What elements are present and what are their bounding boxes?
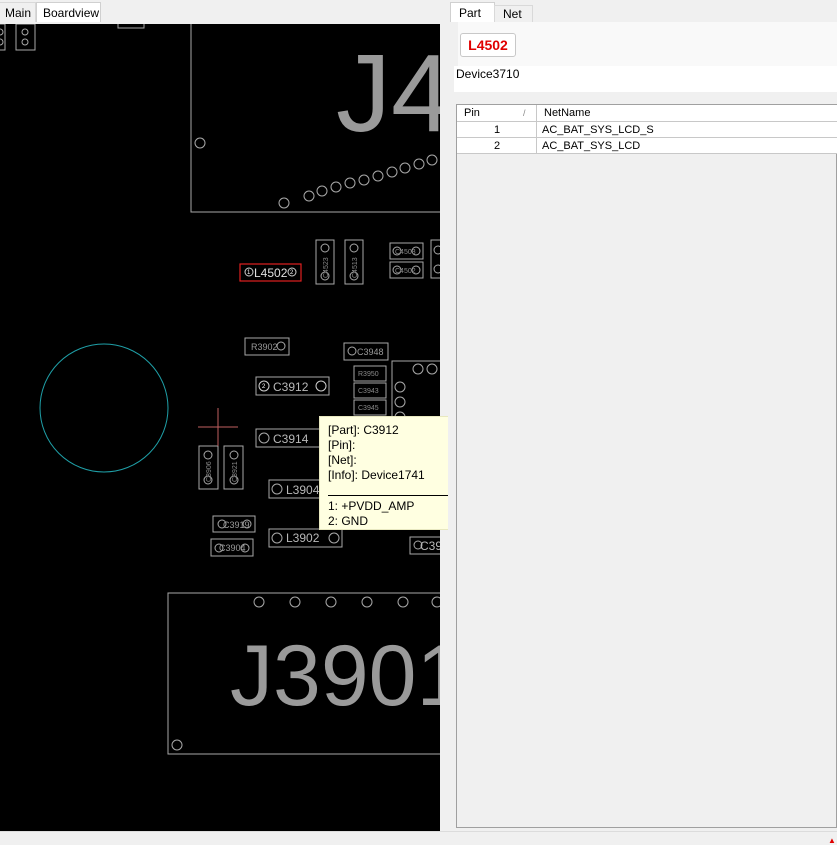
label-c3943: C3943 [358,388,379,395]
cell-net: AC_BAT_SYS_LCD [542,140,641,152]
tab-part[interactable]: Part [450,2,495,22]
label-c4503: C4503 [395,249,416,256]
column-header-pin[interactable]: Pin / [457,105,537,122]
table-row[interactable]: 2 AC_BAT_SYS_LCD [457,138,837,154]
sort-icon: / [523,108,526,118]
tab-net[interactable]: Net [494,5,533,22]
label-l4502: L4502 [254,266,288,280]
label-c3914: C3914 [273,432,309,446]
pin-label: 2 [290,270,294,276]
label-c3945: C3945 [358,405,379,412]
label-c3948: C3948 [357,347,384,357]
label-c4502: C4502 [395,268,416,275]
label-l3904: L3904 [286,483,320,497]
label-r3950: R3950 [358,371,379,378]
label-r3902: R3902 [251,342,278,352]
selected-part-button[interactable]: L4502 [460,33,516,57]
table-row[interactable]: 1 AC_BAT_SYS_LCD_S [457,122,837,138]
label-l3902: L3902 [286,531,320,545]
label-c3921: C3921 [232,461,239,482]
label-c4523: C4523 [323,257,330,278]
label-c39: C39 [420,539,440,553]
label-c3912: C3912 [273,380,309,394]
pin-label: 1 [247,270,251,276]
column-header-netname[interactable]: NetName [537,105,837,122]
label-c3904: C3904 [219,543,246,553]
part-info-text: Device3710 [454,66,837,92]
column-header-netname-label: NetName [544,107,591,119]
label-j3901: J3901 [230,628,440,724]
crosshair-icon [198,408,238,446]
label-c4513: C4513 [352,257,359,278]
tab-main[interactable]: Main [0,2,36,22]
cell-pin: 2 [494,140,501,152]
status-bar [0,831,837,845]
cell-net: AC_BAT_SYS_LCD_S [542,124,654,136]
label-c3906: C3906 [206,461,213,482]
column-header-pin-label: Pin [464,107,480,119]
pin-label: 2 [262,384,266,390]
mounting-hole [39,343,169,473]
tab-boardview[interactable]: Boardview [36,2,101,22]
cell-pin: 1 [494,124,501,136]
label-j4: J4 [336,32,440,155]
pin-net-grid[interactable]: Pin / NetName 1 AC_BAT_SYS_LCD_S 2 AC_BA… [456,104,837,828]
label-c3919: C3919 [223,520,250,530]
